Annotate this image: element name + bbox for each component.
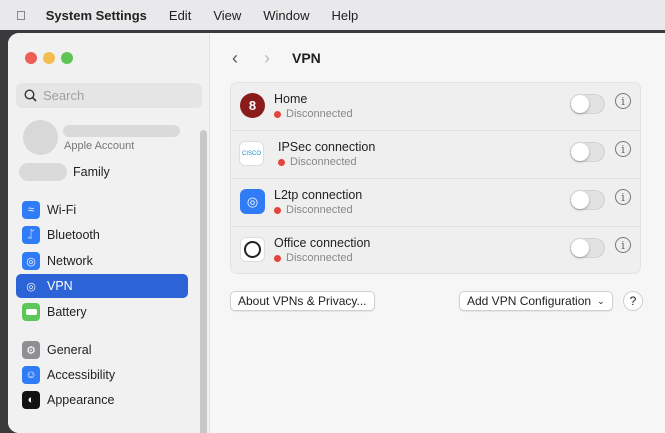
sidebar-item-label: VPN bbox=[47, 279, 73, 293]
menu-app-name[interactable]: System Settings bbox=[46, 8, 147, 23]
sidebar-item-bluetooth[interactable]: ᛢ Bluetooth bbox=[16, 223, 188, 247]
wifi-icon: ≈ bbox=[22, 201, 40, 219]
info-icon[interactable]: i bbox=[615, 237, 631, 253]
sidebar-item-label: Appearance bbox=[47, 393, 115, 407]
status-dot-icon bbox=[278, 158, 285, 166]
search-placeholder: Search bbox=[43, 88, 85, 103]
cisco-icon: CISCO bbox=[239, 141, 264, 166]
sidebar-scrollbar[interactable] bbox=[200, 130, 207, 433]
menu-window[interactable]: Window bbox=[263, 8, 309, 23]
settings-window: Search Apple Account Family ≈ Wi-Fi ᛢ Blue… bbox=[8, 33, 665, 433]
status-dot-icon bbox=[274, 110, 281, 118]
status: Disconnected bbox=[274, 204, 353, 216]
wireguard-icon: 8 bbox=[240, 93, 265, 118]
sidebar-item-label: General bbox=[47, 343, 92, 357]
main-content: ‹ › VPN 8 Home Disconnected i CISCO IPSe… bbox=[211, 33, 665, 433]
page-title: VPN bbox=[292, 50, 321, 66]
status: Disconnected bbox=[278, 156, 357, 168]
info-icon[interactable]: i bbox=[615, 141, 631, 157]
status: Disconnected bbox=[274, 252, 353, 264]
vpn-globe-icon: ◎ bbox=[240, 189, 265, 214]
list-item[interactable]: 8 Home Disconnected i bbox=[231, 83, 640, 131]
connection-name: Home bbox=[274, 92, 308, 106]
connection-toggle[interactable] bbox=[570, 94, 605, 114]
family-avatars-redacted bbox=[19, 163, 67, 181]
sidebar-item-label: Accessibility bbox=[47, 368, 116, 382]
accessibility-icon: ☺ bbox=[22, 366, 40, 384]
zoom-button[interactable] bbox=[61, 52, 73, 64]
list-item[interactable]: ◎ L2tp connection Disconnected i bbox=[231, 179, 640, 227]
menu-view[interactable]: View bbox=[213, 8, 241, 23]
info-icon[interactable]: i bbox=[615, 93, 631, 109]
apple-account-label[interactable]: Apple Account bbox=[64, 140, 134, 152]
close-button[interactable] bbox=[25, 52, 37, 64]
connection-name: IPSec connection bbox=[278, 140, 376, 154]
connection-toggle[interactable] bbox=[570, 142, 605, 162]
list-item[interactable]: Office connection Disconnected i bbox=[231, 227, 640, 275]
sidebar-item-accessibility[interactable]: ☺ Accessibility bbox=[16, 363, 188, 387]
battery-icon bbox=[22, 303, 40, 321]
status: Disconnected bbox=[274, 108, 353, 120]
appearance-icon: ◐ bbox=[22, 391, 40, 409]
family-label[interactable]: Family bbox=[73, 165, 110, 179]
status-text: Disconnected bbox=[286, 204, 353, 216]
status-text: Disconnected bbox=[290, 156, 357, 168]
menu-help[interactable]: Help bbox=[332, 8, 359, 23]
info-icon[interactable]: i bbox=[615, 189, 631, 205]
about-vpns-privacy-button[interactable]: About VPNs & Privacy... bbox=[230, 291, 375, 311]
sidebar-item-label: Wi-Fi bbox=[47, 203, 77, 217]
status-dot-icon bbox=[274, 206, 281, 214]
list-item[interactable]: CISCO IPSec connection Disconnected i bbox=[231, 131, 640, 179]
connection-name: Office connection bbox=[274, 236, 371, 250]
office-vpn-icon bbox=[240, 237, 265, 262]
connection-toggle[interactable] bbox=[570, 190, 605, 210]
search-icon bbox=[24, 89, 37, 102]
chevron-down-icon: ⌄ bbox=[597, 295, 605, 306]
sidebar-item-label: Network bbox=[47, 254, 93, 268]
status-text: Disconnected bbox=[286, 252, 353, 264]
add-vpn-label: Add VPN Configuration bbox=[467, 294, 592, 308]
apple-menu-icon[interactable]:  bbox=[16, 8, 26, 23]
status-text: Disconnected bbox=[286, 108, 353, 120]
sidebar-item-vpn[interactable]: ◎ VPN bbox=[16, 274, 188, 298]
bluetooth-icon: ᛢ bbox=[22, 226, 40, 244]
forward-chevron-icon[interactable]: › bbox=[264, 48, 270, 69]
sidebar-item-network[interactable]: ◎ Network bbox=[16, 249, 188, 273]
add-vpn-configuration-button[interactable]: Add VPN Configuration ⌄ bbox=[459, 291, 613, 311]
sidebar-item-wifi[interactable]: ≈ Wi-Fi bbox=[16, 198, 188, 222]
account-name-redacted bbox=[63, 125, 180, 137]
minimize-button[interactable] bbox=[43, 52, 55, 64]
sidebar-item-appearance[interactable]: ◐ Appearance bbox=[16, 388, 188, 412]
sidebar-item-label: Bluetooth bbox=[47, 228, 100, 242]
status-dot-icon bbox=[274, 254, 281, 262]
connection-name: L2tp connection bbox=[274, 188, 363, 202]
menu-bar:  System Settings Edit View Window Help bbox=[0, 0, 665, 30]
avatar[interactable] bbox=[23, 120, 58, 155]
gear-icon: ⚙ bbox=[22, 341, 40, 359]
connection-toggle[interactable] bbox=[570, 238, 605, 258]
globe-icon: ◎ bbox=[22, 252, 40, 270]
sidebar-item-label: Battery bbox=[47, 305, 87, 319]
sidebar-item-battery[interactable]: Battery bbox=[16, 300, 188, 324]
vpn-globe-icon: ◎ bbox=[26, 280, 36, 293]
vpn-connection-list: 8 Home Disconnected i CISCO IPSec connec… bbox=[230, 82, 641, 274]
sidebar: Search Apple Account Family ≈ Wi-Fi ᛢ Blue… bbox=[8, 33, 210, 433]
back-chevron-icon[interactable]: ‹ bbox=[232, 48, 238, 69]
menu-edit[interactable]: Edit bbox=[169, 8, 191, 23]
sidebar-item-general[interactable]: ⚙ General bbox=[16, 338, 188, 362]
help-button[interactable]: ? bbox=[623, 291, 643, 311]
search-input[interactable]: Search bbox=[16, 83, 202, 108]
